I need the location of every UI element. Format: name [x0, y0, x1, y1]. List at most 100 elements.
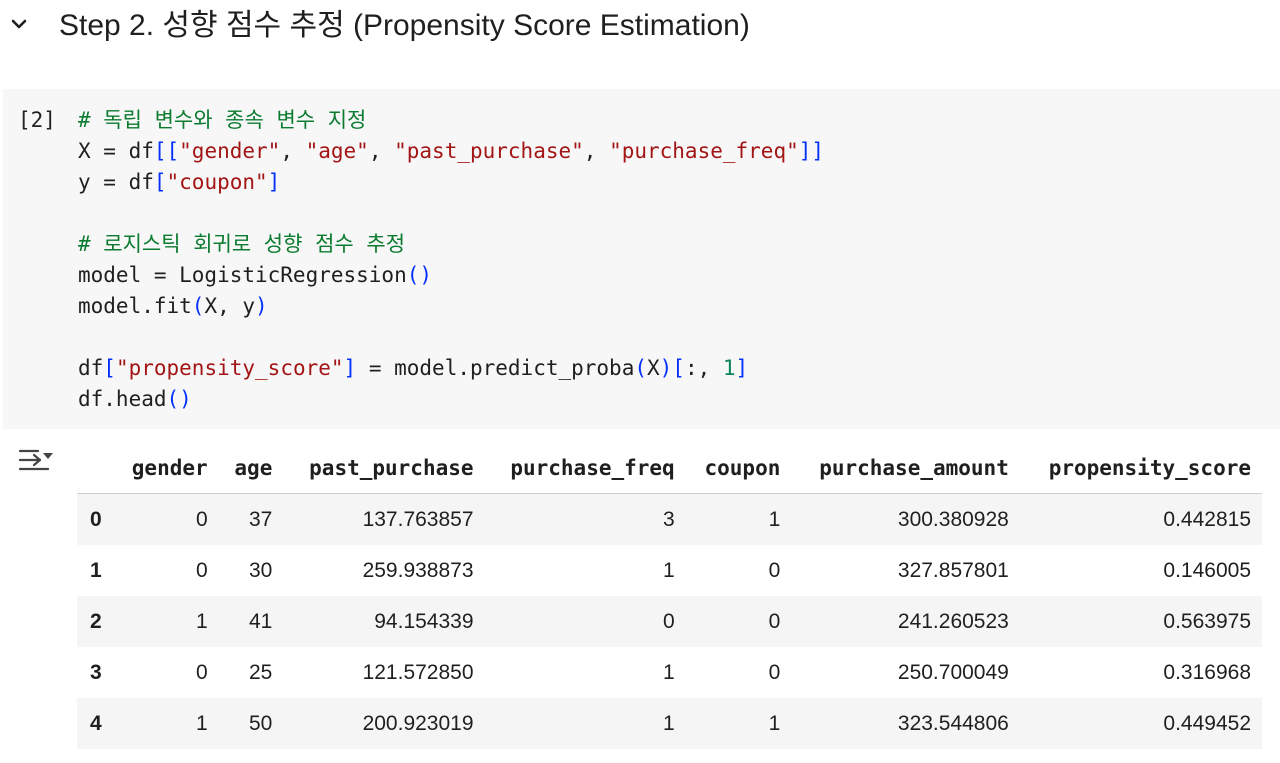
code-token-bracket: (	[634, 356, 647, 380]
table-cell: 41	[248, 609, 273, 633]
code-token-bracket: (	[191, 294, 205, 318]
code-token-string: "coupon"	[166, 170, 268, 194]
code-token-comment: # 독립 변수와 종속 변수 지정	[78, 108, 367, 132]
code-token-bracket: )[	[659, 356, 685, 380]
code-token-bracket: ]	[267, 170, 281, 194]
table-cell: 0	[195, 558, 208, 582]
table-cell: 1	[663, 711, 675, 735]
code-line: # 로지스틱 회귀로 성향 점수 추정	[78, 229, 824, 260]
table-cell: 0	[768, 660, 781, 684]
table-cell: 1	[663, 660, 675, 684]
code-line: X = df[["gender", "age", "past_purchase"…	[78, 136, 824, 167]
code-token-plain: :,	[684, 356, 723, 380]
table-cell: 0	[768, 558, 781, 582]
table-cell: 137.763857	[362, 507, 474, 531]
code-token-comment: # 로지스틱 회귀로 성향 점수 추정	[78, 232, 406, 256]
code-token-plain: X, y	[204, 294, 256, 318]
code-token-plain: ,	[368, 139, 395, 163]
code-token-string: "past_purchase"	[394, 139, 584, 163]
code-token-plain: model = LogisticRegression	[78, 263, 407, 287]
table-cell: 0	[195, 507, 208, 531]
chevron-down-icon[interactable]	[8, 12, 30, 36]
code-editor[interactable]: # 독립 변수와 종속 변수 지정 X = df[["gender", "age"…	[78, 105, 824, 415]
table-cell: 200.923019	[362, 711, 474, 735]
code-token-string: "gender"	[179, 139, 281, 163]
code-token-string: "age"	[305, 139, 369, 163]
column-header: purchase_freq	[484, 443, 686, 494]
section-title: Step 2. 성향 점수 추정 (Propensity Score Estim…	[59, 9, 750, 42]
code-token-plain: model.fit	[78, 294, 192, 318]
code-cell[interactable]: [2] # 독립 변수와 종속 변수 지정 X = df[["gender", "…	[3, 89, 1280, 429]
row-index: 1	[90, 558, 102, 582]
table-cell: 0.449452	[1163, 711, 1251, 735]
table-row: 2 1 41 94.154339 0 0 241.260523 0.563975	[77, 596, 1262, 647]
code-token-bracket: [	[103, 356, 116, 380]
table-cell: 1	[768, 711, 781, 735]
table-cell: 0.442815	[1163, 507, 1251, 531]
column-header: coupon	[685, 443, 792, 494]
table-cell: 0.316968	[1163, 660, 1251, 684]
code-line: # 독립 변수와 종속 변수 지정	[78, 105, 824, 136]
row-index: 4	[90, 711, 102, 735]
column-header: past_purchase	[283, 443, 485, 494]
table-row: 3 0 25 121.572850 1 0 250.700049 0.316968	[77, 647, 1262, 698]
table-cell: 121.572850	[362, 660, 474, 684]
table-cell: 1	[663, 558, 675, 582]
table-cell: 241.260523	[897, 609, 1009, 633]
output-actions-icon[interactable]	[18, 447, 56, 473]
code-token-plain: ,	[583, 139, 610, 163]
code-token-bracket: ]	[343, 356, 357, 380]
code-token-bracket: ()	[166, 387, 192, 411]
table-cell: 0.146005	[1163, 558, 1251, 582]
table-cell: 30	[248, 558, 273, 582]
row-index: 2	[90, 609, 102, 633]
code-token-plain: X	[647, 356, 660, 380]
table-cell: 300.380928	[897, 507, 1009, 531]
table-cell: 250.700049	[897, 660, 1009, 684]
table-cell: 327.857801	[897, 558, 1009, 582]
table-cell: 94.154339	[374, 609, 474, 633]
column-header: age	[218, 443, 284, 494]
table-row: 4 1 50 200.923019 1 1 323.544806 0.449452	[77, 698, 1262, 749]
table-cell: 0	[768, 609, 781, 633]
code-token-bracket: [[	[153, 139, 180, 163]
code-token-bracket: )	[255, 294, 268, 318]
table-cell: 1	[195, 711, 208, 735]
code-token-string: "purchase_freq"	[609, 139, 799, 163]
code-token-plain: = model.predict_proba	[356, 356, 635, 380]
code-token-string: "propensity_score"	[115, 356, 344, 380]
table-cell: 323.544806	[897, 711, 1009, 735]
row-index: 3	[90, 660, 102, 684]
code-line: y = df["coupon"]	[78, 167, 824, 198]
table-header-row: gender age past_purchase purchase_freq coupo…	[77, 443, 1262, 494]
table-cell: 0	[195, 660, 208, 684]
table-cell: 1	[195, 609, 208, 633]
code-line: model.fit(X, y)	[78, 291, 824, 322]
table-cell: 259.938873	[362, 558, 474, 582]
table-cell: 0.563975	[1163, 609, 1251, 633]
code-token-bracket: ]]	[798, 139, 825, 163]
code-token-plain: ,	[280, 139, 306, 163]
table-cell: 50	[248, 711, 273, 735]
code-token-number: 1	[722, 356, 736, 380]
column-header: purchase_amount	[791, 443, 1020, 494]
code-token-plain: y = df	[78, 170, 154, 194]
execution-count: [2]	[18, 108, 56, 132]
table-cell: 25	[248, 660, 273, 684]
index-header	[77, 443, 113, 494]
code-token-bracket: ()	[406, 263, 433, 287]
table-cell: 1	[768, 507, 781, 531]
table-cell: 0	[663, 609, 675, 633]
code-token-plain: X = df	[78, 139, 154, 163]
column-header: propensity_score	[1019, 443, 1262, 494]
code-token-plain: df	[78, 356, 104, 380]
table-row: 0 0 37 137.763857 3 1 300.380928 0.442815	[77, 493, 1262, 545]
table-cell: 3	[663, 507, 675, 531]
code-token-bracket: ]	[735, 356, 749, 380]
section-header: Step 2. 성향 점수 추정 (Propensity Score Estim…	[0, 0, 1280, 56]
code-line: model = LogisticRegression()	[78, 260, 824, 291]
column-header: gender	[113, 443, 219, 494]
code-line: df.head()	[78, 384, 824, 415]
